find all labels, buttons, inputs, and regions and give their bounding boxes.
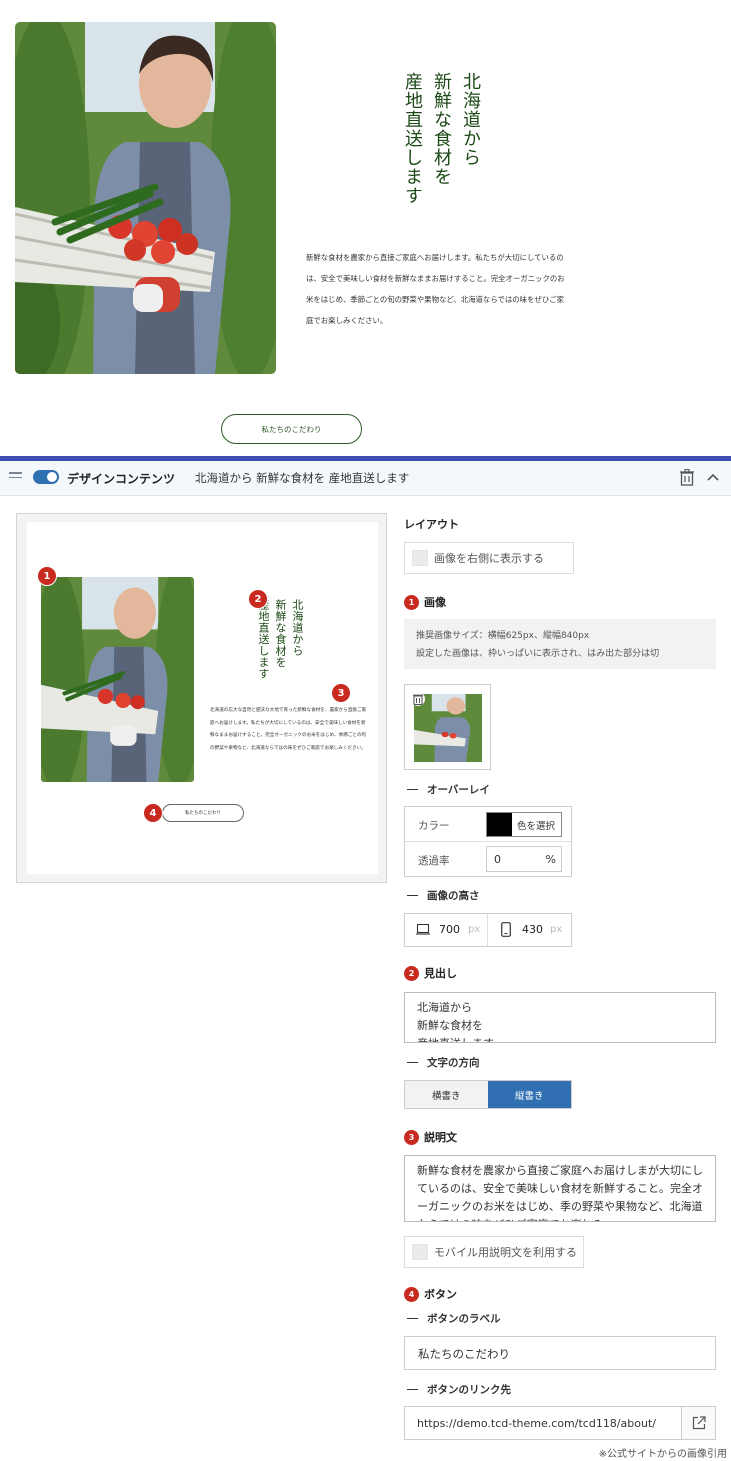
image-section-title: 1 画像 — [404, 594, 446, 610]
image-right-option[interactable]: 画像を右側に表示する — [404, 542, 574, 574]
layout-thumbnail: 北海道から 新鮮な食材を 産地直送します 北海道の広大な自然と肥沃な大地で育った… — [16, 513, 387, 883]
thumbnail-photo — [41, 577, 194, 782]
button-link-title: ボタンのリンク先 — [407, 1382, 511, 1397]
marker-4: 4 — [143, 803, 163, 823]
heading-section-title: 2 見出し — [404, 965, 457, 981]
mobile-height-input[interactable]: 430 px — [488, 914, 571, 946]
vertical-option[interactable]: 縦書き — [487, 1081, 571, 1108]
color-picker-button[interactable]: 色を選択 — [486, 812, 562, 837]
marker-1: 1 — [37, 566, 57, 586]
image-height-title: 画像の高さ — [407, 888, 480, 903]
color-swatch — [487, 813, 512, 836]
trash-icon[interactable] — [680, 469, 694, 486]
button-link-field: https://demo.tcd-theme.com/tcd118/about/ — [404, 1406, 716, 1440]
image-delete-icon[interactable] — [411, 692, 425, 706]
button-link-input[interactable]: https://demo.tcd-theme.com/tcd118/about/ — [417, 1417, 656, 1430]
button-section-title: 4 ボタン — [404, 1286, 457, 1302]
block-summary: 北海道から 新鮮な食材を 産地直送します — [195, 471, 410, 485]
text-direction-toggle: 横書き 縦書き — [404, 1080, 572, 1109]
preview-cta-button[interactable]: 私たちのこだわり — [221, 414, 362, 444]
thumbnail-description: 北海道の広大な自然と肥沃な大地で育った新鮮な食材を、農家から直接ご家庭へお届けし… — [210, 708, 367, 751]
block-toggle[interactable] — [33, 470, 59, 484]
uploaded-image-thumb — [414, 694, 482, 762]
mobile-description-option[interactable]: モバイル用説明文を利用する — [404, 1236, 584, 1268]
image-height-inputs: 700 px 430 px — [404, 913, 572, 947]
opacity-label: 透過率 — [418, 855, 450, 867]
image-size-note: 推奨画像サイズ：横幅625px、縦幅840px 設定した画像は、枠いっぱいに表示… — [404, 619, 716, 669]
thumbnail-button: 私たちのこだわり — [162, 804, 244, 822]
overlay-title: オーバーレイ — [407, 782, 490, 797]
image-credit: ※公式サイトからの画像引用 — [598, 1449, 727, 1460]
external-link-icon — [692, 1416, 706, 1430]
desktop-icon — [416, 924, 430, 935]
heading-vertical: 北海道から 新鮮な食材を 産地直送します — [402, 72, 481, 205]
open-link-button[interactable] — [681, 1407, 715, 1439]
desktop-height-input[interactable]: 700 px — [405, 914, 488, 946]
image-upload-preview[interactable] — [404, 684, 491, 770]
chevron-up-icon[interactable] — [705, 469, 721, 485]
block-name: デザインコンテンツ — [67, 472, 176, 486]
button-label-input[interactable]: 私たちのこだわり — [404, 1336, 716, 1370]
description-section-title: 3 説明文 — [404, 1129, 457, 1145]
marker-2: 2 — [248, 589, 268, 609]
overlay-settings: カラー 色を選択 透過率 0 % — [404, 806, 572, 877]
marker-3: 3 — [331, 683, 351, 703]
farmer-photo — [15, 22, 276, 374]
layout-section-title: レイアウト — [404, 518, 459, 531]
horizontal-option[interactable]: 横書き — [405, 1081, 488, 1108]
opacity-input[interactable]: 0 % — [486, 846, 562, 872]
block-header: デザインコンテンツ 北海道から 新鮮な食材を 産地直送します — [0, 461, 731, 496]
image-right-checkbox[interactable] — [412, 550, 428, 566]
mobile-description-checkbox[interactable] — [412, 1244, 428, 1260]
thumbnail-heading: 北海道から 新鮮な食材を 産地直送します — [257, 599, 304, 680]
content-preview: 北海道から 新鮮な食材を 産地直送します 新鮮な食材を農家から直接ご家庭へお届け… — [0, 0, 731, 456]
mobile-icon — [501, 922, 511, 937]
overlay-color-label: カラー — [418, 820, 450, 832]
button-label-title: ボタンのラベル — [407, 1311, 501, 1326]
drag-handle-icon[interactable] — [9, 472, 22, 482]
description-text: 新鮮な食材を農家から直接ご家庭へお届けします。私たちが大切にしているのは、安全で… — [306, 253, 565, 325]
description-textarea[interactable]: 新鮮な食材を農家から直接ご家庭へお届けしまが大切にしているのは、安全で美味しい食… — [404, 1155, 716, 1222]
text-direction-title: 文字の方向 — [407, 1055, 480, 1070]
heading-textarea[interactable]: 北海道から 新鮮な食材を 産地直送します — [404, 992, 716, 1043]
